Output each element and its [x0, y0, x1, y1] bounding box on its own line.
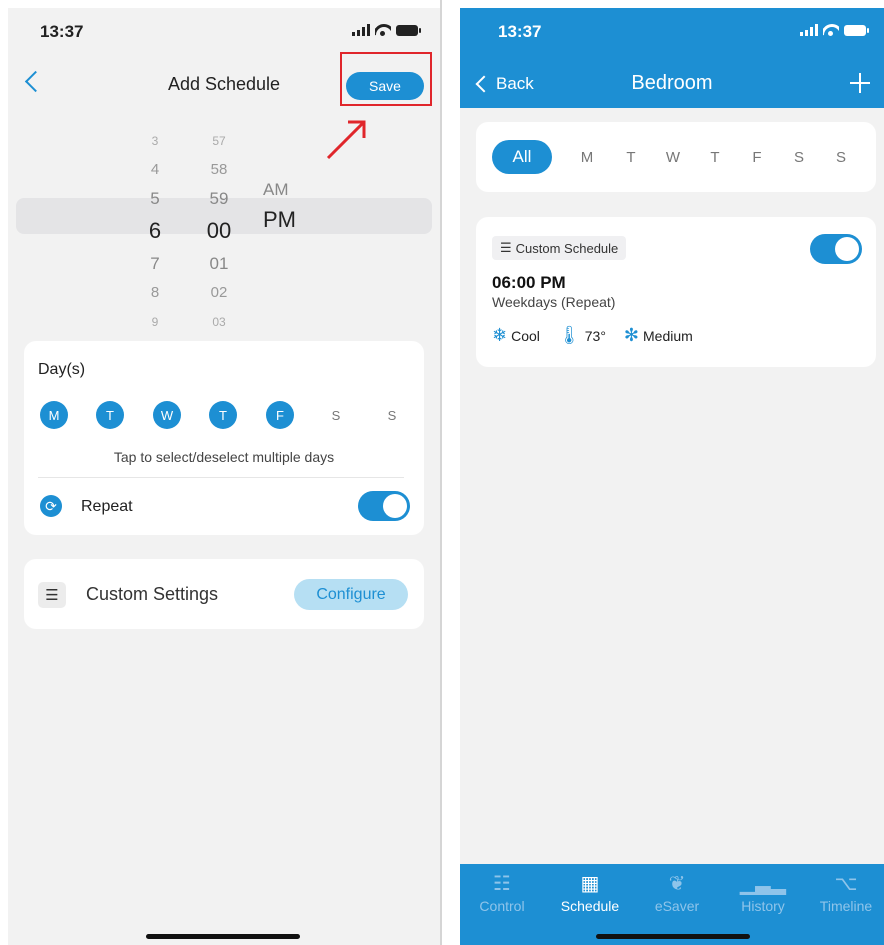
tab-label: History	[741, 898, 785, 914]
timeline-icon: ⌥	[834, 873, 858, 895]
page-title: Bedroom	[631, 72, 713, 94]
days-hint: Tap to select/deselect multiple days	[113, 449, 335, 465]
hour-option: 9	[151, 315, 159, 329]
settings-list-icon: ☰	[500, 240, 512, 255]
nav-bar: Back Bedroom	[460, 60, 884, 104]
tab-schedule[interactable]: ▦ Schedule	[550, 872, 630, 914]
settings-list-icon: ☰	[38, 582, 66, 608]
header: 13:37 Back Bedroom	[460, 8, 884, 108]
wifi-icon	[375, 24, 391, 36]
minute-option: 01	[209, 254, 229, 273]
signal-icon	[352, 24, 370, 36]
am-option: AM	[263, 180, 289, 199]
bar-chart-icon: ▁▃▂	[739, 873, 787, 895]
filter-day-sunday[interactable]: S	[831, 149, 851, 166]
filter-day-saturday[interactable]: S	[789, 149, 809, 166]
leaf-icon: ❦	[668, 873, 686, 895]
fan-icon: ✻	[623, 325, 640, 345]
status-time: 13:37	[40, 22, 84, 41]
tab-label: Schedule	[560, 898, 620, 914]
filter-day-monday[interactable]: M	[577, 149, 597, 166]
battery-icon	[844, 24, 869, 36]
schedule-type-label: Custom Schedule	[515, 240, 619, 256]
custom-settings-label: Custom Settings	[86, 584, 219, 604]
status-bar: 13:37	[460, 8, 884, 56]
home-indicator	[596, 934, 750, 939]
minute-option: 58	[210, 161, 228, 178]
home-indicator	[146, 934, 300, 939]
repeat-label: Repeat	[81, 498, 133, 515]
tab-history[interactable]: ▁▃▂ History	[723, 872, 803, 914]
filter-all-button[interactable]: All	[492, 140, 552, 174]
hour-selected: 6	[148, 218, 162, 243]
filter-day-tuesday[interactable]: T	[621, 149, 641, 166]
filter-day-thursday[interactable]: T	[705, 149, 725, 166]
schedule-time: 06:00 PM	[492, 273, 566, 292]
hour-option: 8	[150, 284, 160, 301]
tab-esaver[interactable]: ❦ eSaver	[637, 872, 717, 914]
pm-selected: PM	[263, 207, 296, 232]
day-selector: M T W T F S S	[38, 401, 410, 429]
bedroom-schedule-screen: 13:37 Back Bedroom All M T W T F S S ☰ C…	[460, 8, 884, 945]
day-toggle-thursday[interactable]: T	[209, 401, 237, 429]
schedule-enabled-toggle[interactable]	[810, 234, 862, 264]
days-card: Day(s) M T W T F S S Tap to select/desel…	[24, 341, 424, 535]
add-schedule-screen: 13:37 Add Schedule Save 3 4 5 6 7 8 9 57…	[8, 8, 440, 945]
filter-day-wednesday[interactable]: W	[663, 149, 683, 166]
hour-wheel[interactable]: 3 4 5 6 7 8 9	[130, 126, 180, 336]
configure-button[interactable]: Configure	[294, 579, 408, 610]
minute-option: 02	[210, 284, 228, 301]
repeat-icon: ⟳	[40, 495, 62, 517]
time-picker[interactable]: 3 4 5 6 7 8 9 57 58 59 00 01 02 03 AM PM	[8, 126, 440, 329]
schedule-type-tag: ☰ Custom Schedule	[492, 236, 627, 260]
wifi-icon	[823, 24, 839, 36]
day-toggle-saturday[interactable]: S	[322, 401, 350, 429]
tab-control[interactable]: ☷ Control	[462, 872, 542, 914]
minute-option: 03	[212, 315, 226, 329]
minute-option: 59	[209, 189, 229, 208]
tab-label: eSaver	[654, 898, 700, 914]
minute-wheel[interactable]: 57 58 59 00 01 02 03	[194, 126, 244, 336]
minute-selected: 00	[206, 218, 232, 243]
temperature-value: 73°	[584, 327, 606, 344]
status-icons	[800, 24, 869, 36]
filter-day-friday[interactable]: F	[747, 149, 767, 166]
hour-option: 7	[150, 254, 160, 273]
sliders-icon: ☷	[493, 873, 511, 895]
custom-settings-card: ☰ Custom Settings Configure	[24, 559, 424, 629]
tab-timeline[interactable]: ⌥ Timeline	[806, 872, 884, 914]
minute-option: 57	[212, 134, 226, 148]
day-toggle-sunday[interactable]: S	[378, 401, 406, 429]
divider	[38, 477, 404, 478]
screen-separator	[440, 0, 442, 945]
hour-option: 4	[150, 161, 160, 178]
day-filter-card: All M T W T F S S	[476, 122, 876, 192]
hour-option: 5	[150, 189, 160, 208]
mode-value: Cool	[511, 327, 540, 344]
day-toggle-monday[interactable]: M	[40, 401, 68, 429]
day-toggle-tuesday[interactable]: T	[96, 401, 124, 429]
schedule-card[interactable]: ☰ Custom Schedule 06:00 PM Weekdays (Rep…	[476, 217, 876, 367]
schedule-repeat: Weekdays (Repeat)	[492, 294, 616, 310]
day-toggle-friday[interactable]: F	[266, 401, 294, 429]
fan-speed-value: Medium	[643, 327, 693, 344]
status-icons	[352, 24, 421, 36]
highlight-box	[340, 52, 432, 106]
days-label: Day(s)	[38, 361, 86, 378]
schedule-settings: ❄ Cool 🌡 73° ✻ Medium	[492, 325, 693, 346]
day-toggle-wednesday[interactable]: W	[153, 401, 181, 429]
calendar-icon: ▦	[580, 873, 600, 895]
status-bar: 13:37	[8, 8, 440, 56]
tab-label: Timeline	[819, 898, 873, 914]
status-time: 13:37	[498, 22, 542, 41]
repeat-toggle[interactable]	[358, 491, 410, 521]
thermometer-icon: 🌡	[557, 325, 581, 345]
hour-option: 3	[151, 134, 159, 148]
tab-label: Control	[479, 898, 525, 914]
battery-icon	[396, 24, 421, 36]
snowflake-icon: ❄	[492, 325, 508, 345]
signal-icon	[800, 24, 818, 36]
tab-bar: ☷ Control ▦ Schedule ❦ eSaver ▁▃▂ Histor…	[460, 864, 884, 945]
add-schedule-plus-icon[interactable]	[850, 73, 870, 93]
